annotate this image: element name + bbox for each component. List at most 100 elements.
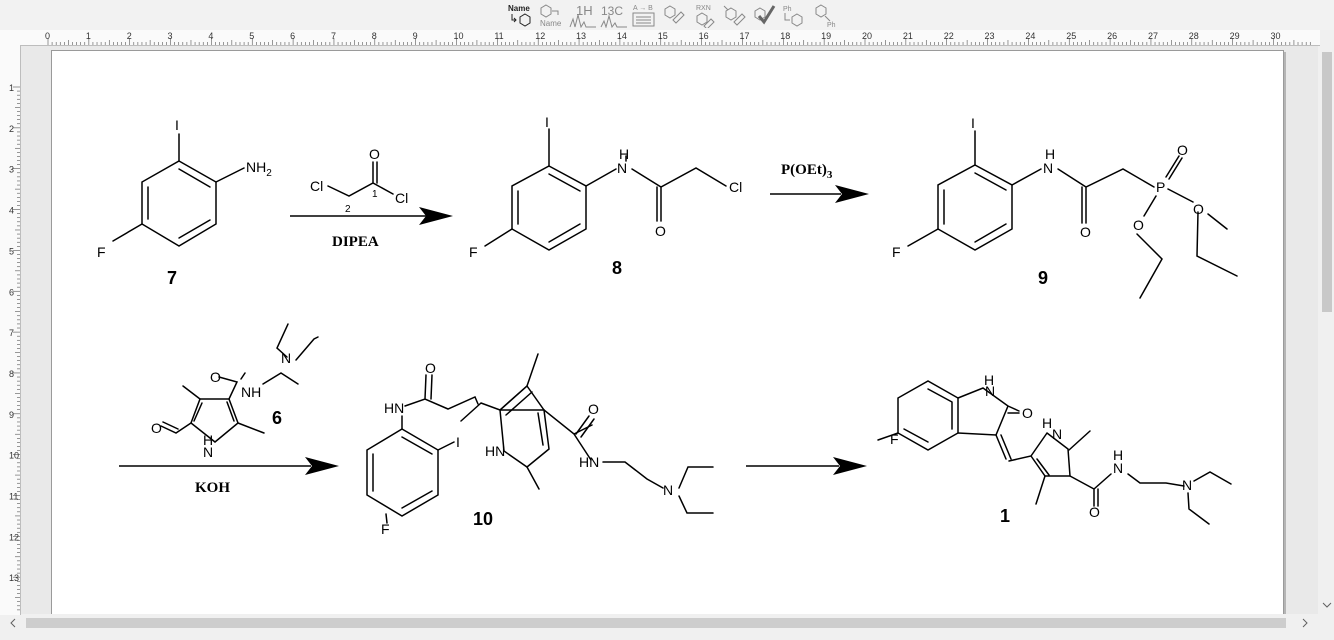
drawing-canvas[interactable]: .b{stroke:#000;stroke-width:1.5;fill:non…: [21, 46, 1318, 614]
amine-n-label: N: [281, 350, 291, 366]
scroll-down-arrow[interactable]: [1320, 598, 1334, 615]
contract-label-button[interactable]: Ph: [811, 2, 839, 28]
reagent-carbonyl-o: O: [369, 146, 380, 162]
reaction-arrow-4[interactable]: [746, 457, 867, 475]
status-bar: [0, 631, 1334, 640]
compound-8-number: 8: [612, 258, 622, 278]
amide-nh-label: NH: [241, 384, 261, 400]
iodo-label: I: [175, 117, 179, 133]
amide2-hn-label: HN: [579, 454, 599, 470]
ester-o2-label: O: [1133, 217, 1144, 233]
contract-label-icon: Ph: [815, 4, 836, 28]
vertical-scroll-thumb[interactable]: [1322, 52, 1332, 312]
ruler-label: 13: [9, 573, 19, 583]
predict-1h-nmr-button[interactable]: 1H: [568, 2, 596, 28]
ruler-label: 9: [9, 410, 14, 420]
ruler-label: 24: [1025, 31, 1035, 41]
reaction-arrow-3[interactable]: KOH: [119, 457, 339, 496]
pyrrole-h-label: H: [203, 432, 213, 448]
compound-9[interactable]: I H N O P O O O F 9: [892, 115, 1238, 299]
chevron-right-icon: [1302, 618, 1308, 628]
ruler-label: 14: [617, 31, 627, 41]
compound-1-number: 1: [1000, 506, 1010, 526]
fluoro-label: F: [892, 244, 901, 260]
compound-10[interactable]: HN O I F HN O HN N 10: [366, 353, 714, 537]
pyrrole-n-label: N: [1052, 426, 1062, 442]
reaction-text-button[interactable]: A → B: [630, 2, 658, 28]
ruler-label: 28: [1189, 31, 1199, 41]
compound-8[interactable]: I H N O Cl F 8: [469, 114, 742, 278]
carbonyl-o-label: O: [1080, 224, 1091, 240]
ruler-label: 11: [9, 492, 18, 502]
compound-1[interactable]: H N O F H N H N O N 1: [877, 372, 1232, 526]
ruler-label: 25: [1066, 31, 1076, 41]
compound-6-number: 6: [272, 408, 282, 428]
carbonyl-o-label: O: [210, 369, 221, 385]
svg-text:Name: Name: [540, 19, 562, 28]
predict-13c-nmr-button[interactable]: 13C: [599, 2, 627, 28]
ruler-label: 2: [9, 124, 14, 134]
map-atoms-icon: [723, 5, 746, 26]
ruler-label: 6: [9, 287, 14, 297]
ruler-label: 15: [658, 31, 668, 41]
vertical-scrollbar[interactable]: [1320, 30, 1334, 615]
svg-text:A → B: A → B: [633, 5, 653, 12]
horizontal-ruler: 0 1 2 3 4 5 6 7 8 9 10 11 12 13 14 15 16 17 18 19 20 21 22 23 24…: [0, 30, 1320, 46]
fluoro-label: F: [97, 244, 106, 260]
ruler-label: 7: [331, 31, 336, 41]
horizontal-scroll-thumb[interactable]: [26, 618, 1286, 628]
reaction-arrow-2[interactable]: P(OEt)3: [770, 162, 869, 203]
check-structure-button[interactable]: [750, 2, 778, 28]
ester-o1-label: O: [1193, 201, 1204, 217]
fluoro-label: F: [890, 431, 899, 447]
ruler-label: 16: [699, 31, 709, 41]
arrow-1-below-label: DIPEA: [332, 234, 379, 250]
compound-10-number: 10: [473, 509, 493, 529]
reaction-arrow-1[interactable]: DIPEA: [290, 207, 453, 250]
compound-7[interactable]: I NH2 F 7: [97, 117, 272, 288]
arrow-2-above-label: P(OEt)3: [781, 162, 833, 181]
map-atoms-button[interactable]: [721, 2, 747, 28]
document-page: .b{stroke:#000;stroke-width:1.5;fill:non…: [51, 50, 1284, 614]
clean-structure-button[interactable]: [661, 2, 687, 28]
atom-number-2: 2: [345, 204, 351, 215]
horizontal-scrollbar[interactable]: [0, 615, 1320, 631]
iodo-label: I: [971, 115, 975, 131]
ruler-label: 22: [944, 31, 954, 41]
reagent-chloroacetyl-chloride[interactable]: Cl O Cl 1 2: [310, 146, 408, 215]
structure-to-name-button[interactable]: Name: [537, 2, 565, 28]
compound-6[interactable]: O NH N O N H 6: [151, 323, 319, 460]
ruler-label: 1: [86, 31, 91, 41]
ruler-label: 13: [576, 31, 586, 41]
ruler-label: 27: [1148, 31, 1158, 41]
svg-text:RXN: RXN: [696, 5, 711, 12]
fluoro-label: F: [469, 244, 478, 260]
ruler-label: 9: [413, 31, 418, 41]
amide2-o-label: O: [588, 401, 599, 417]
amine-n-label: N: [663, 482, 673, 498]
carbonyl-o-label: O: [655, 223, 666, 239]
name-to-structure-button[interactable]: Name: [506, 2, 534, 28]
arrow-3-below-label: KOH: [195, 480, 230, 496]
expand-label-button[interactable]: Ph: [781, 2, 809, 28]
reaction-rxn-button[interactable]: RXN: [690, 2, 718, 28]
svg-text:Name: Name: [508, 4, 530, 13]
ruler-label: 19: [821, 31, 831, 41]
chevron-down-icon: [1322, 602, 1332, 608]
iodo-label: I: [545, 114, 549, 130]
chem-toolbar: Name Name 1H 13C A → B RXN Ph Ph: [0, 0, 1334, 30]
ruler-label: 23: [985, 31, 995, 41]
ruler-label: 2: [127, 31, 132, 41]
pyrrole-hn-label: HN: [485, 443, 505, 459]
atom-number-1: 1: [372, 189, 378, 200]
reagent-chloro-left: Cl: [310, 178, 323, 194]
ruler-label: 29: [1230, 31, 1240, 41]
amine-label: NH2: [246, 159, 272, 179]
ruler-label: 12: [535, 31, 545, 41]
iodo-label: I: [456, 434, 460, 450]
ruler-label: 30: [1271, 31, 1281, 41]
svg-text:13C: 13C: [601, 4, 623, 18]
ruler-label: 5: [9, 246, 14, 256]
reagent-chloro-right: Cl: [395, 190, 408, 206]
ruler-label: 20: [862, 31, 872, 41]
